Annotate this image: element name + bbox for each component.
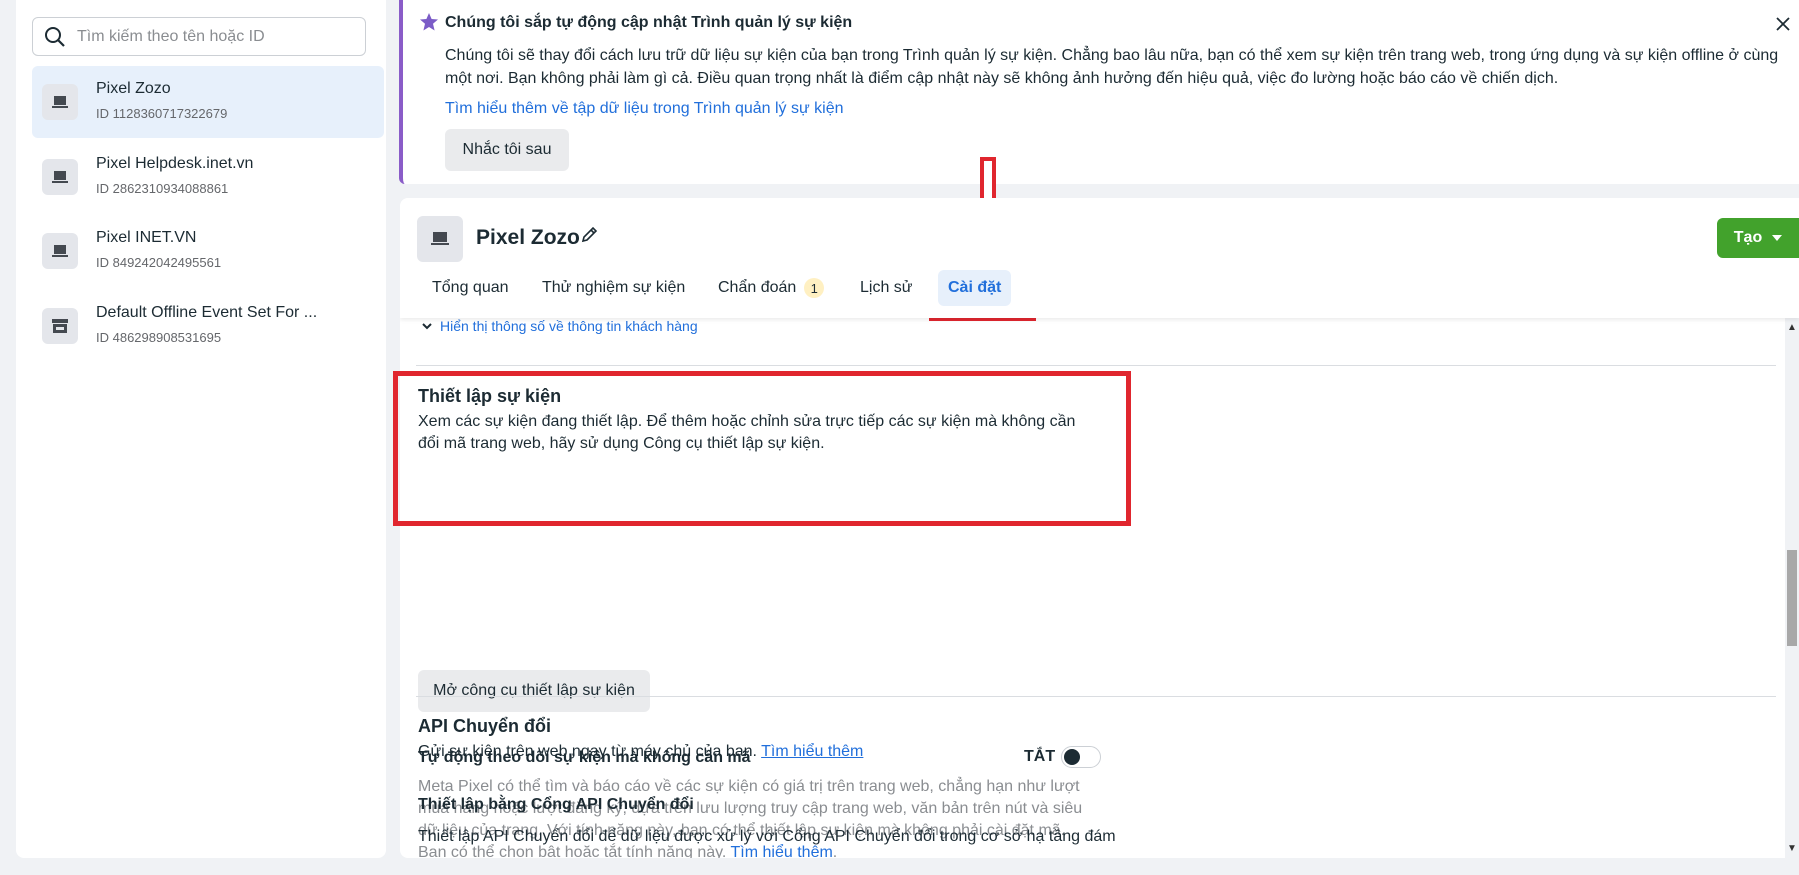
pixel-header: Pixel Zozo Tạo Tổng quan Thử nghiệm sự k…	[400, 198, 1799, 318]
remind-later-button[interactable]: Nhắc tôi sau	[445, 129, 569, 171]
source-item-offline-event-set[interactable]: Default Offline Event Set For ... ID 486…	[32, 290, 384, 362]
scroll-up-arrow-icon[interactable]: ▲	[1787, 322, 1797, 333]
store-icon	[42, 308, 78, 344]
banner-title: Chúng tôi sắp tự động cập nhật Trình quả…	[445, 14, 853, 31]
event-setup-title: Thiết lập sự kiện	[418, 386, 562, 406]
auto-track-learn-more-link[interactable]: Tìm hiểu thêm	[731, 844, 833, 858]
source-name: Default Offline Event Set For ...	[96, 304, 318, 321]
show-params-label: Hiển thị thông số về thông tin khách hàn…	[440, 318, 698, 334]
conversions-api-description: Gửi sự kiện trên web ngay từ máy chủ của…	[418, 741, 863, 763]
tab-label: Cài đặt	[948, 279, 1002, 296]
banner-body: Chúng tôi sẽ thay đổi cách lưu trữ dữ li…	[445, 47, 1779, 87]
search-box[interactable]	[32, 17, 366, 56]
page-title: Pixel Zozo	[476, 226, 580, 249]
laptop-icon	[417, 216, 463, 262]
tab-label: Lịch sử	[860, 279, 913, 296]
source-item-pixel-helpdesk[interactable]: Pixel Helpdesk.inet.vn ID 28623109340888…	[32, 141, 384, 213]
close-icon[interactable]	[1771, 12, 1795, 36]
create-button[interactable]: Tạo	[1717, 218, 1799, 258]
tab-history[interactable]: Lịch sử	[860, 270, 913, 306]
source-id: ID 849242042495561	[96, 255, 222, 270]
source-item-pixel-inet[interactable]: Pixel INET.VN ID 849242042495561	[32, 215, 384, 287]
scroll-down-arrow-icon[interactable]: ▼	[1787, 843, 1797, 854]
tab-overview[interactable]: Tổng quan	[432, 270, 509, 306]
update-notice-banner: Chúng tôi sắp tự động cập nhật Trình quả…	[399, 0, 1799, 184]
source-id: ID 2862310934088861	[96, 181, 229, 196]
tab-diagnostics[interactable]: Chẩn đoán 1	[718, 270, 825, 306]
laptop-icon	[42, 84, 78, 120]
source-item-pixel-zozo[interactable]: Pixel Zozo ID 1128360717322679	[32, 66, 384, 138]
conversions-api-description-text: Gửi sự kiện trên web ngay từ máy chủ của…	[418, 743, 757, 760]
source-id: ID 1128360717322679	[96, 106, 228, 121]
tab-test-events[interactable]: Thử nghiệm sự kiện	[542, 270, 685, 306]
scrollbar-thumb[interactable]	[1787, 550, 1797, 646]
learn-more-dataset-link[interactable]: Tìm hiểu thêm về tập dữ liệu trong Trình…	[445, 100, 844, 118]
source-name: Pixel Helpdesk.inet.vn	[96, 155, 254, 172]
tab-label: Thử nghiệm sự kiện	[542, 279, 686, 296]
chevron-down-icon	[422, 322, 432, 329]
edit-pencil-icon[interactable]	[580, 224, 600, 249]
tab-label: Chẩn đoán	[718, 279, 797, 296]
pixel-detail-panel: Pixel Zozo Tạo Tổng quan Thử nghiệm sự k…	[400, 198, 1799, 858]
auto-track-toggle-group: TẮT	[1024, 746, 1102, 768]
tab-settings[interactable]: Cài đặt	[938, 270, 1012, 306]
open-event-setup-tool-button[interactable]: Mở công cụ thiết lập sự kiện	[418, 670, 650, 712]
auto-track-toggle[interactable]	[1061, 746, 1102, 768]
event-setup-description: Xem các sự kiện đang thiết lập. Để thêm …	[418, 413, 1076, 452]
pixel-list-sidebar: Pixel Zozo ID 1128360717322679 Pixel Hel…	[16, 0, 386, 858]
tab-label: Tổng quan	[432, 279, 509, 296]
toggle-state-label: TẮT	[1024, 748, 1056, 765]
search-input[interactable]	[75, 26, 359, 47]
auto-track-description: Meta Pixel có thể tìm và báo cáo về các …	[418, 776, 1098, 858]
star-icon	[420, 13, 438, 31]
settings-content: Hiển thị thông số về thông tin khách hàn…	[400, 318, 1785, 858]
source-name: Pixel INET.VN	[96, 229, 197, 246]
diagnostics-count-badge: 1	[804, 278, 825, 298]
conversions-api-learn-more-link[interactable]: Tìm hiểu thêm	[761, 743, 863, 760]
source-id: ID 486298908531695	[96, 330, 222, 345]
scrollbar[interactable]: ▲ ▼	[1785, 318, 1799, 858]
laptop-icon	[42, 233, 78, 269]
source-name: Pixel Zozo	[96, 80, 171, 97]
laptop-icon	[42, 159, 78, 195]
show-customer-info-params-toggle[interactable]: Hiển thị thông số về thông tin khách hàn…	[422, 318, 698, 334]
divider	[416, 365, 1776, 366]
caret-down-icon	[1772, 235, 1783, 241]
create-button-label: Tạo	[1733, 229, 1763, 246]
search-icon	[45, 26, 65, 47]
